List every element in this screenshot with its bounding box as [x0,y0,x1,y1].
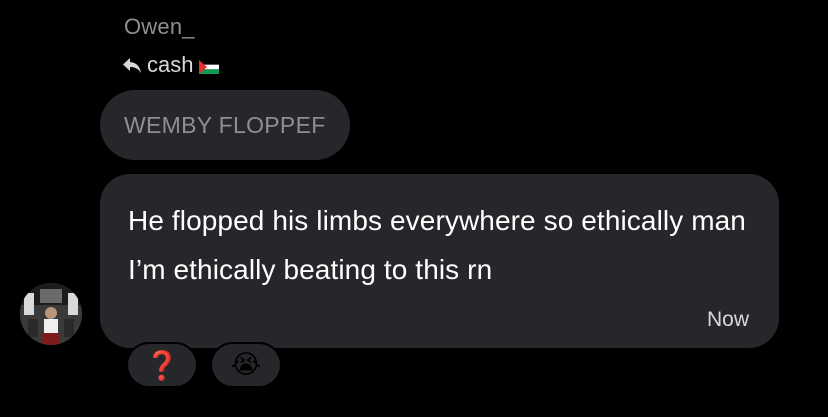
reactions-bar: ❓ 😭 [126,342,282,388]
reply-indicator[interactable]: cash [122,52,220,78]
reply-arrow-icon [123,58,141,73]
question-mark-icon[interactable]: ❓ [126,342,198,388]
reply-target-label: cash [147,52,194,77]
avatar-image [20,283,82,345]
dm-conversation: Owen_ cash WEMBY FLOPPEF He flopped his … [0,0,828,417]
message-bubble[interactable]: He flopped his limbs everywhere so ethic… [100,174,779,348]
message-timestamp: Now [706,308,749,331]
sender-avatar[interactable] [20,283,82,345]
crying-face-icon[interactable]: 😭 [210,342,282,388]
sender-name: Owen_ [124,14,195,39]
quoted-message-bubble[interactable]: WEMBY FLOPPEF [100,90,350,160]
message-text: He flopped his limbs everywhere so ethic… [128,205,746,285]
palestine-flag-icon [199,60,220,74]
quoted-message-text: WEMBY FLOPPEF [124,111,326,138]
